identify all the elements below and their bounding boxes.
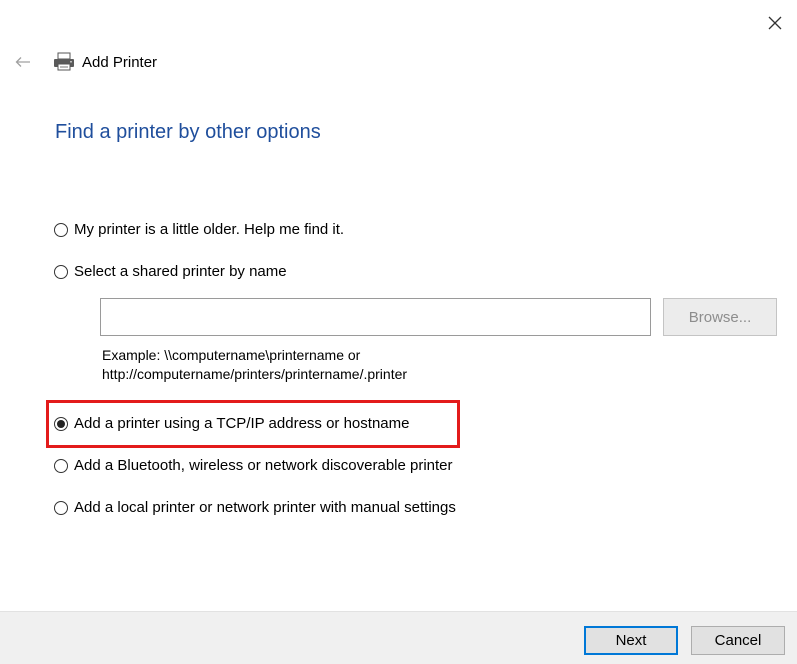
option-label: My printer is a little older. Help me fi…: [74, 221, 345, 238]
option-bluetooth-wireless[interactable]: Add a Bluetooth, wireless or network dis…: [54, 457, 453, 474]
radio-tcpip[interactable]: [54, 416, 68, 431]
radio-local-manual[interactable]: [54, 500, 68, 515]
page-heading: Find a printer by other options: [55, 121, 321, 143]
option-label: Add a Bluetooth, wireless or network dis…: [74, 457, 453, 474]
option-shared-printer[interactable]: Select a shared printer by name: [54, 263, 287, 280]
close-icon: [768, 16, 782, 30]
shared-printer-name-input[interactable]: [100, 298, 651, 336]
option-label: Add a printer using a TCP/IP address or …: [74, 415, 410, 432]
window-title: Add Printer: [82, 53, 158, 71]
printer-icon: [53, 51, 75, 73]
option-label: Add a local printer or network printer w…: [74, 499, 456, 516]
back-button[interactable]: [12, 51, 34, 73]
option-tcpip[interactable]: Add a printer using a TCP/IP address or …: [54, 415, 409, 432]
option-local-manual[interactable]: Add a local printer or network printer w…: [54, 499, 456, 516]
cancel-button[interactable]: Cancel: [691, 626, 785, 655]
radio-shared-printer[interactable]: [54, 264, 68, 279]
option-older-printer[interactable]: My printer is a little older. Help me fi…: [54, 221, 344, 238]
footer-bar: Next Cancel: [0, 611, 797, 664]
option-label: Select a shared printer by name: [74, 263, 287, 280]
example-line-1: Example: \\computername\printername or: [102, 347, 361, 363]
radio-selected-dot: [57, 419, 65, 428]
radio-bluetooth-wireless[interactable]: [54, 458, 68, 473]
example-line-2: http://computername/printers/printername…: [102, 366, 408, 382]
close-button[interactable]: [764, 12, 786, 34]
window-header: Add Printer: [12, 48, 157, 76]
back-arrow-icon: [15, 57, 30, 67]
next-button[interactable]: Next: [584, 626, 678, 655]
radio-older-printer[interactable]: [54, 222, 68, 237]
browse-button[interactable]: Browse...: [663, 298, 777, 336]
example-text: Example: \\computername\printername or h…: [102, 346, 407, 384]
